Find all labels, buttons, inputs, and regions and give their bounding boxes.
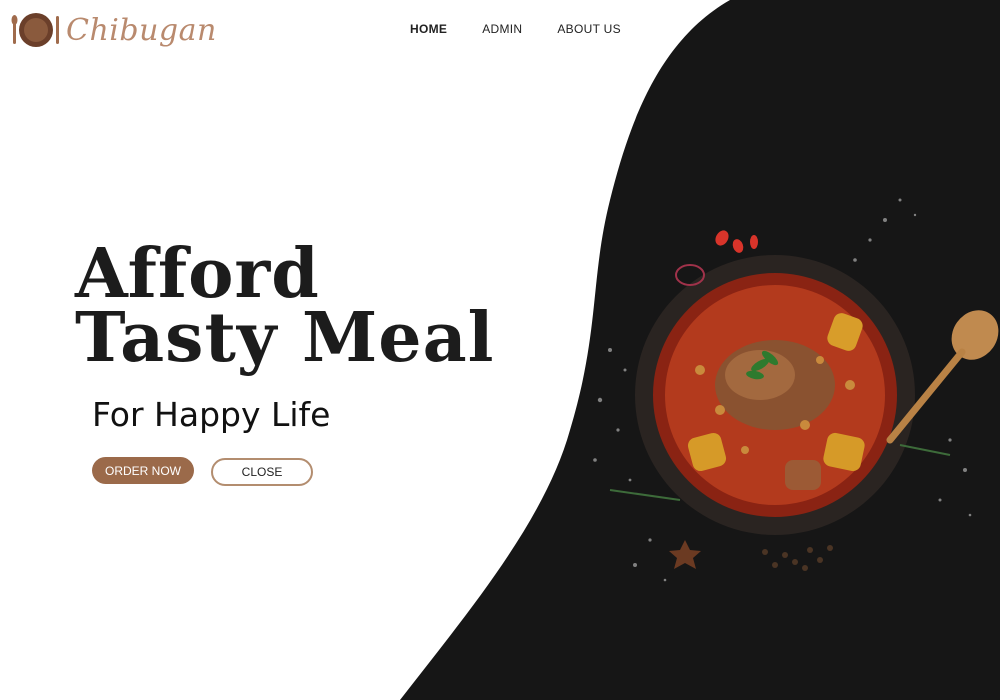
brand-name: Chibugan: [66, 12, 217, 48]
hero-title: Afford Tasty Meal: [75, 234, 495, 378]
hero-subtitle: For Happy Life: [92, 395, 331, 434]
nav-about-us[interactable]: ABOUT US: [557, 22, 621, 36]
hero-title-line1: Afford: [75, 234, 320, 314]
close-button[interactable]: CLOSE: [211, 458, 313, 486]
food-bowl-image: [593, 198, 999, 582]
brand-logo[interactable]: Chibugan: [10, 10, 217, 50]
order-now-button[interactable]: ORDER NOW: [92, 457, 194, 484]
hero-title-line2: Tasty Meal: [75, 298, 495, 378]
nav-admin[interactable]: ADMIN: [482, 22, 522, 36]
main-nav: HOME ADMIN ABOUT US: [410, 22, 656, 36]
nav-home[interactable]: HOME: [410, 22, 447, 36]
logo-plate-icon: [10, 10, 62, 50]
